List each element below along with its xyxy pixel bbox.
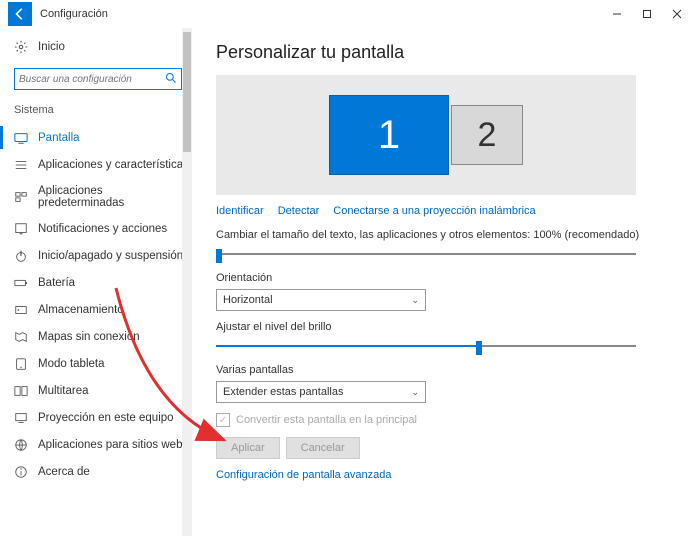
chevron-down-icon: ⌄ (411, 387, 419, 398)
monitor-icon (14, 131, 28, 145)
minimize-button[interactable] (602, 4, 632, 24)
arrow-left-icon (13, 7, 27, 21)
sidebar-item-pantalla[interactable]: Pantalla (14, 124, 192, 151)
monitor-1[interactable]: 1 (329, 95, 449, 175)
orientation-value: Horizontal (223, 294, 273, 306)
search-input[interactable] (19, 74, 165, 85)
close-icon (672, 9, 682, 19)
notifications-icon (14, 222, 28, 236)
sidebar: Inicio Sistema Pantalla Aplicaciones y c… (0, 28, 192, 536)
make-main-display-label: Convertir esta pantalla en la principal (236, 414, 417, 426)
sidebar-item-tablet[interactable]: Modo tableta (14, 350, 192, 377)
sidebar-item-default-apps[interactable]: Aplicaciones predeterminadas (14, 178, 192, 215)
brightness-slider[interactable] (216, 338, 636, 354)
multi-display-select[interactable]: Extender estas pantallas ⌄ (216, 381, 426, 403)
battery-icon (14, 276, 28, 290)
scale-slider[interactable] (216, 246, 636, 262)
link-detect[interactable]: Detectar (278, 205, 320, 217)
sidebar-item-label: Acerca de (38, 466, 90, 478)
sidebar-item-label: Mapas sin conexión (38, 331, 140, 343)
cancel-button[interactable]: Cancelar (286, 437, 360, 459)
multitask-icon (14, 384, 28, 398)
maximize-icon (642, 9, 652, 19)
sidebar-item-notifications[interactable]: Notificaciones y acciones (14, 215, 192, 242)
sidebar-item-projection[interactable]: Proyección en este equipo (14, 404, 192, 431)
sidebar-item-label: Almacenamiento (38, 304, 124, 316)
sidebar-item-label: Aplicaciones predeterminadas (38, 185, 192, 209)
sidebar-item-label: Aplicaciones para sitios web (38, 439, 182, 451)
scale-label: Cambiar el tamaño del texto, las aplicac… (216, 229, 676, 241)
link-identify[interactable]: Identificar (216, 205, 264, 217)
multi-display-label: Varias pantallas (216, 364, 676, 376)
gear-icon (14, 40, 28, 54)
webapps-icon (14, 438, 28, 452)
display-preview[interactable]: 1 2 (216, 75, 636, 195)
sidebar-item-label: Modo tableta (38, 358, 105, 370)
sidebar-item-maps[interactable]: Mapas sin conexión (14, 323, 192, 350)
maximize-button[interactable] (632, 4, 662, 24)
search-box[interactable] (14, 68, 182, 90)
sidebar-item-power[interactable]: Inicio/apagado y suspensión (14, 242, 192, 269)
sidebar-item-label: Batería (38, 277, 75, 289)
minimize-icon (612, 9, 622, 19)
default-apps-icon (14, 190, 28, 204)
multi-display-value: Extender estas pantallas (223, 386, 343, 398)
sidebar-item-battery[interactable]: Batería (14, 269, 192, 296)
monitor-2[interactable]: 2 (451, 105, 523, 165)
chevron-down-icon: ⌄ (411, 295, 419, 306)
sidebar-section-heading: Sistema (14, 104, 192, 116)
apply-button[interactable]: Aplicar (216, 437, 280, 459)
back-button[interactable] (8, 2, 32, 26)
make-main-display-checkbox[interactable]: ✓ (216, 413, 230, 427)
close-button[interactable] (662, 4, 692, 24)
info-icon (14, 465, 28, 479)
sidebar-item-label: Notificaciones y acciones (38, 223, 167, 235)
sidebar-item-label: Inicio/apagado y suspensión (38, 250, 183, 262)
projection-icon (14, 411, 28, 425)
main-panel: Personalizar tu pantalla 1 2 Identificar… (192, 28, 700, 536)
page-title: Personalizar tu pantalla (216, 42, 676, 63)
brightness-label: Ajustar el nivel del brillo (216, 321, 676, 333)
sidebar-item-label: Multitarea (38, 385, 89, 397)
power-icon (14, 249, 28, 263)
link-wireless-projection[interactable]: Conectarse a una proyección inalámbrica (333, 205, 535, 217)
orientation-select[interactable]: Horizontal ⌄ (216, 289, 426, 311)
sidebar-item-apps[interactable]: Aplicaciones y características (14, 151, 192, 178)
sidebar-scrollbar[interactable] (182, 28, 192, 536)
window-title: Configuración (40, 8, 602, 20)
sidebar-item-label: Aplicaciones y características (38, 159, 189, 171)
sidebar-item-label: Proyección en este equipo (38, 412, 174, 424)
sidebar-item-storage[interactable]: Almacenamiento (14, 296, 192, 323)
orientation-label: Orientación (216, 272, 676, 284)
list-icon (14, 158, 28, 172)
tablet-icon (14, 357, 28, 371)
advanced-display-link[interactable]: Configuración de pantalla avanzada (216, 469, 676, 481)
sidebar-item-multitask[interactable]: Multitarea (14, 377, 192, 404)
slider-thumb[interactable] (476, 341, 482, 355)
slider-thumb[interactable] (216, 249, 222, 263)
scrollbar-thumb[interactable] (183, 32, 191, 152)
search-icon (165, 72, 177, 87)
storage-icon (14, 303, 28, 317)
sidebar-home-label: Inicio (38, 41, 65, 53)
sidebar-item-webapps[interactable]: Aplicaciones para sitios web (14, 431, 192, 458)
sidebar-home[interactable]: Inicio (14, 38, 192, 56)
maps-icon (14, 330, 28, 344)
sidebar-item-label: Pantalla (38, 132, 80, 144)
sidebar-item-about[interactable]: Acerca de (14, 458, 192, 485)
